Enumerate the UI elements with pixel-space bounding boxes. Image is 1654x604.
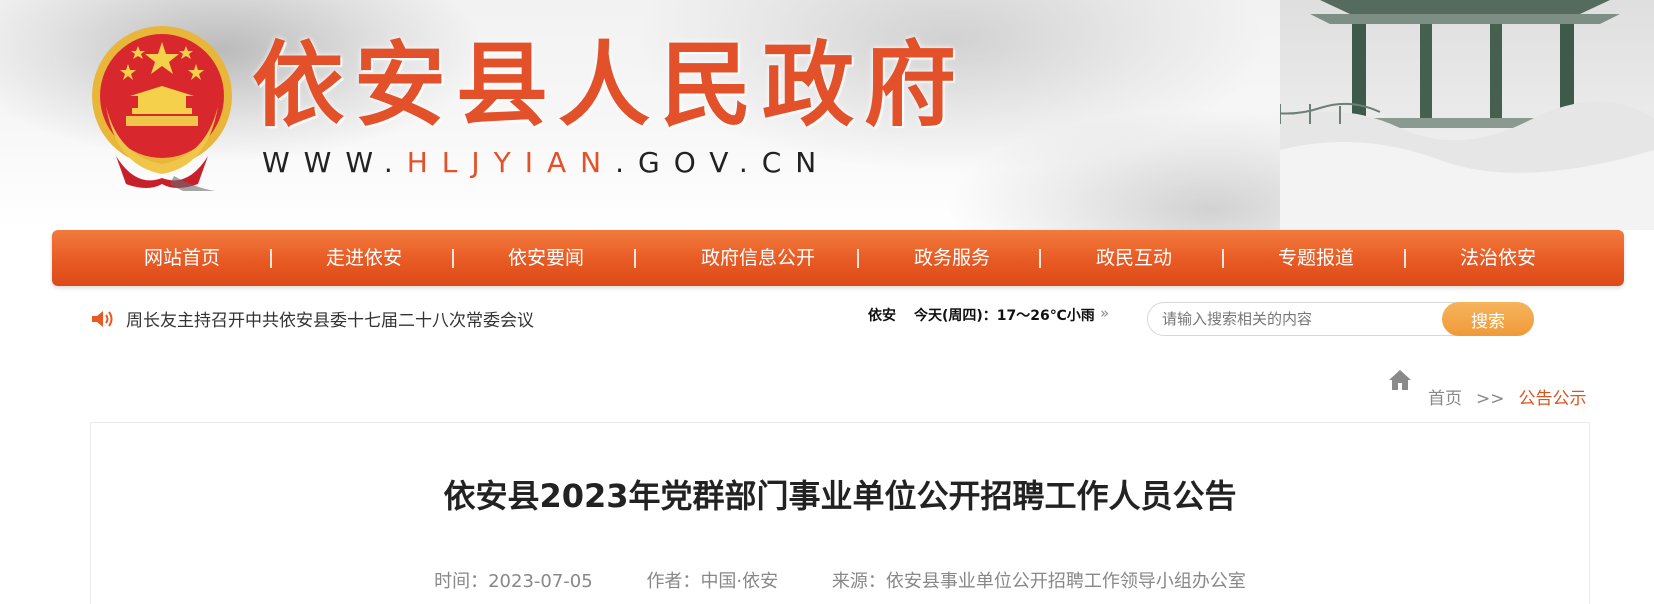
article-source: 来源：依安县事业单位公开招聘工作领导小组办公室: [832, 571, 1246, 592]
nav-item-gov-services[interactable]: 政务服务: [882, 230, 1022, 286]
nav-item-home[interactable]: 网站首页: [112, 230, 252, 286]
site-name-title: 依安县人民政府: [252, 31, 967, 139]
home-icon[interactable]: [1388, 369, 1412, 391]
nav-item-special-reports[interactable]: 专题报道: [1246, 230, 1386, 286]
breadcrumb-separator: >>: [1476, 389, 1505, 409]
author-value: 中国·依安: [700, 571, 779, 592]
nav-item-news[interactable]: 依安要闻: [476, 230, 616, 286]
nav-divider: [1404, 249, 1406, 268]
nav-item-interaction[interactable]: 政民互动: [1064, 230, 1204, 286]
breadcrumb: 首页 >> 公告公示: [1428, 384, 1587, 409]
time-label: 时间：: [434, 571, 489, 592]
article-meta: 时间：2023-07-05 作者：中国·依安 来源：依安县事业单位公开招聘工作领…: [91, 567, 1589, 593]
weather-city: 依安: [868, 308, 896, 324]
nav-item-gov-info[interactable]: 政府信息公开: [658, 230, 858, 286]
main-navigation: 网站首页 走进依安 依安要闻 政府信息公开 政务服务 政民互动 专题报道 法治依…: [52, 230, 1624, 286]
nav-divider: [270, 249, 272, 268]
source-label: 来源：: [831, 571, 886, 592]
pavilion-scenery-image: [1280, 0, 1654, 230]
article-panel: 依安县2023年党群部门事业单位公开招聘工作人员公告 时间：2023-07-05…: [90, 422, 1590, 604]
search-button[interactable]: 搜索: [1442, 302, 1534, 336]
article-title: 依安县2023年党群部门事业单位公开招聘工作人员公告: [443, 477, 1237, 515]
nav-item-about-yian[interactable]: 走进依安: [294, 230, 434, 286]
site-url-prefix: WWW.: [262, 146, 407, 179]
nav-item-rule-of-law[interactable]: 法治依安: [1428, 230, 1568, 286]
site-url: WWW.HLJYIAN.GOV.CN: [262, 146, 830, 179]
nav-divider: [1222, 249, 1224, 268]
site-url-highlight: HLJYIAN: [406, 146, 616, 179]
nav-divider: [634, 249, 636, 268]
search-input[interactable]: [1162, 303, 1422, 335]
double-chevron-right-icon[interactable]: »: [1100, 304, 1109, 322]
search-bar: 搜索: [1147, 302, 1534, 336]
breadcrumb-home-link[interactable]: 首页: [1428, 389, 1462, 409]
article-time: 时间：2023-07-05: [434, 571, 593, 592]
article-author: 作者：中国·依安: [646, 571, 778, 592]
source-value: 依安县事业单位公开招聘工作领导小组办公室: [885, 571, 1246, 592]
author-label: 作者：: [646, 571, 701, 592]
national-emblem-logo: [92, 26, 232, 191]
nav-divider: [1039, 249, 1041, 268]
headline-ticker-link[interactable]: 周长友主持召开中共依安县委十七届二十八次常委会议: [126, 306, 534, 331]
weather-widget: 依安 今天(周四)：17～26℃小雨: [868, 305, 1095, 325]
nav-divider: [857, 249, 859, 268]
site-header: 依安县人民政府 WWW.HLJYIAN.GOV.CN: [0, 0, 1654, 230]
nav-divider: [452, 249, 454, 268]
speaker-icon: [92, 311, 113, 327]
breadcrumb-current[interactable]: 公告公示: [1519, 389, 1587, 409]
site-url-suffix: .GOV.CN: [615, 146, 831, 179]
weather-forecast: 今天(周四)：17～26℃小雨: [914, 308, 1095, 324]
time-value: 2023-07-05: [488, 571, 593, 592]
